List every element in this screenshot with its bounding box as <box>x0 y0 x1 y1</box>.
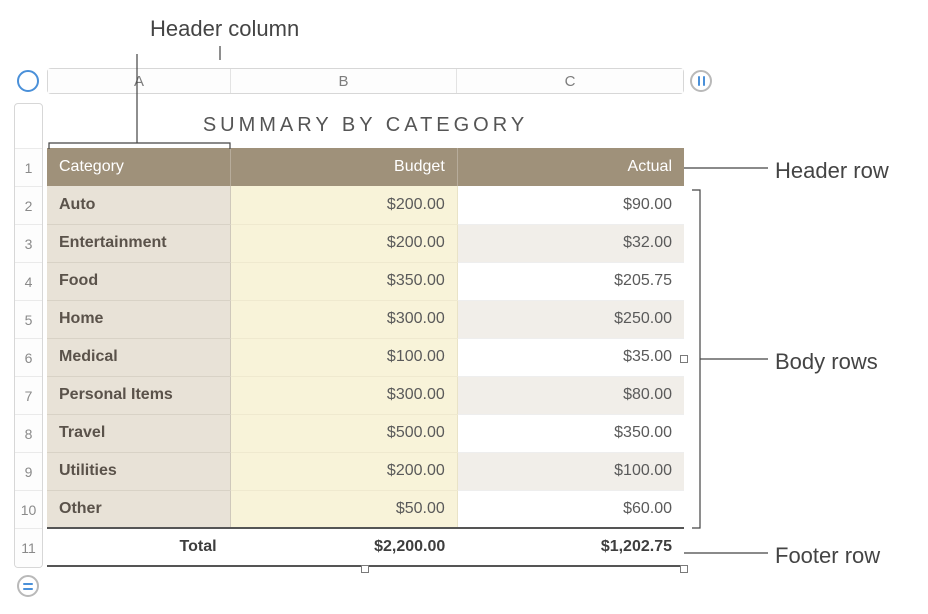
cell-category[interactable]: Utilities <box>47 452 231 490</box>
column-header-c[interactable]: C <box>457 69 683 93</box>
cell-budget[interactable]: $200.00 <box>231 452 458 490</box>
cell-actual[interactable]: $60.00 <box>457 490 684 528</box>
table-row: Travel $500.00 $350.00 <box>47 414 684 452</box>
footer-budget[interactable]: $2,200.00 <box>231 528 458 566</box>
cell-category[interactable]: Entertainment <box>47 224 231 262</box>
column-headers: A B C <box>47 68 684 94</box>
cell-actual[interactable]: $100.00 <box>457 452 684 490</box>
header-budget[interactable]: Budget <box>231 148 458 186</box>
cell-category[interactable]: Travel <box>47 414 231 452</box>
row-header-8[interactable]: 8 <box>15 415 42 453</box>
row-header-6[interactable]: 6 <box>15 339 42 377</box>
resize-handle-corner[interactable] <box>680 565 688 573</box>
row-header-10[interactable]: 10 <box>15 491 42 529</box>
table-row: Utilities $200.00 $100.00 <box>47 452 684 490</box>
header-category[interactable]: Category <box>47 148 231 186</box>
cell-actual[interactable]: $80.00 <box>457 376 684 414</box>
callout-body-rows: Body rows <box>775 349 878 375</box>
cell-category[interactable]: Personal Items <box>47 376 231 414</box>
callout-footer-row: Footer row <box>775 543 880 569</box>
spreadsheet-table: SUMMARY BY CATEGORY Category Budget Actu… <box>47 103 684 567</box>
row-header-7[interactable]: 7 <box>15 377 42 415</box>
cell-category[interactable]: Other <box>47 490 231 528</box>
row-header-11[interactable]: 11 <box>15 529 42 567</box>
cell-category[interactable]: Medical <box>47 338 231 376</box>
column-header-b[interactable]: B <box>231 69 457 93</box>
cell-actual[interactable]: $35.00 <box>457 338 684 376</box>
table-row: Auto $200.00 $90.00 <box>47 186 684 224</box>
add-column-icon[interactable] <box>690 70 712 92</box>
column-header-a[interactable]: A <box>48 69 231 93</box>
header-actual[interactable]: Actual <box>457 148 684 186</box>
table-title[interactable]: SUMMARY BY CATEGORY <box>47 103 684 148</box>
resize-handle-bottom[interactable] <box>361 565 369 573</box>
cell-actual[interactable]: $350.00 <box>457 414 684 452</box>
row-header-4[interactable]: 4 <box>15 263 42 301</box>
table-menu-icon[interactable] <box>17 70 39 92</box>
add-row-icon[interactable] <box>17 575 39 597</box>
table-row: Food $350.00 $205.75 <box>47 262 684 300</box>
cell-budget[interactable]: $100.00 <box>231 338 458 376</box>
footer-label[interactable]: Total <box>47 528 231 566</box>
row-headers: 1 2 3 4 5 6 7 8 9 10 11 <box>14 103 43 568</box>
cell-actual[interactable]: $205.75 <box>457 262 684 300</box>
callout-header-column: Header column <box>150 16 299 42</box>
table-row: Other $50.00 $60.00 <box>47 490 684 528</box>
cell-budget[interactable]: $200.00 <box>231 224 458 262</box>
row-header-5[interactable]: 5 <box>15 301 42 339</box>
row-header-9[interactable]: 9 <box>15 453 42 491</box>
table-row: Personal Items $300.00 $80.00 <box>47 376 684 414</box>
cell-budget[interactable]: $350.00 <box>231 262 458 300</box>
table-row: Home $300.00 $250.00 <box>47 300 684 338</box>
cell-budget[interactable]: $200.00 <box>231 186 458 224</box>
cell-category[interactable]: Auto <box>47 186 231 224</box>
cell-budget[interactable]: $50.00 <box>231 490 458 528</box>
callout-header-row: Header row <box>775 158 889 184</box>
table-row: Entertainment $200.00 $32.00 <box>47 224 684 262</box>
footer-row: Total $2,200.00 $1,202.75 <box>47 528 684 566</box>
cell-budget[interactable]: $300.00 <box>231 376 458 414</box>
table-row: Medical $100.00 $35.00 <box>47 338 684 376</box>
cell-category[interactable]: Home <box>47 300 231 338</box>
row-header-3[interactable]: 3 <box>15 225 42 263</box>
cell-actual[interactable]: $250.00 <box>457 300 684 338</box>
cell-actual[interactable]: $32.00 <box>457 224 684 262</box>
cell-budget[interactable]: $300.00 <box>231 300 458 338</box>
header-row: Category Budget Actual <box>47 148 684 186</box>
cell-category[interactable]: Food <box>47 262 231 300</box>
resize-handle-right[interactable] <box>680 355 688 363</box>
cell-actual[interactable]: $90.00 <box>457 186 684 224</box>
row-header-1[interactable]: 1 <box>15 149 42 187</box>
footer-actual[interactable]: $1,202.75 <box>457 528 684 566</box>
cell-budget[interactable]: $500.00 <box>231 414 458 452</box>
row-header-2[interactable]: 2 <box>15 187 42 225</box>
